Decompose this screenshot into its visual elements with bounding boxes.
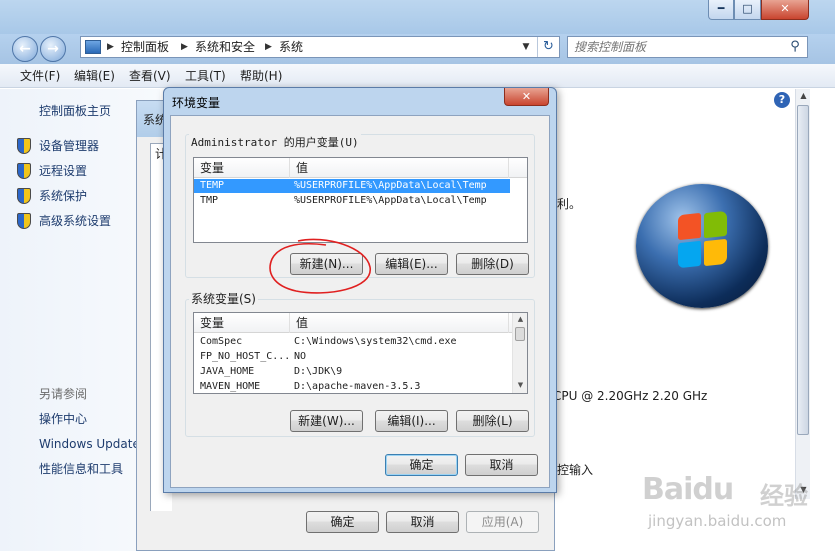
cancel-button[interactable]: 取消 [465,454,538,476]
dialog-title: 环境变量 [172,96,221,110]
search-icon[interactable]: ⚲ [786,39,804,55]
scroll-up-icon[interactable]: ▲ [796,89,811,103]
var-name: TEMP [200,180,225,191]
table-row[interactable]: ComSpec C:\Windows\system32\cmd.exe [194,335,512,349]
dialog-body: Administrator 的用户变量(U) 变量 值 TEMP %USERPR… [170,115,550,488]
delete-system-variable-button[interactable]: 删除(L) [456,410,529,432]
table-row[interactable]: TMP %USERPROFILE%\AppData\Local\Temp [194,194,510,208]
address-bar[interactable]: ▶ 控制面板 ▶ 系统和安全 ▶ 系统 ▼ ↻ [80,36,560,58]
var-name: TMP [200,195,219,206]
jingyan-tag: 经验 [760,482,808,510]
uac-shield-icon [17,213,31,229]
sidebar-item-advanced-settings[interactable]: 高级系统设置 [39,212,111,230]
system-variables-label: 系统变量(S) [189,290,258,307]
var-name: JAVA_HOME [200,366,255,377]
list-header: 变量 值 [194,313,512,333]
refresh-icon[interactable]: ↻ [537,37,559,57]
uac-shield-icon [17,163,31,179]
help-icon[interactable]: ? [774,92,790,108]
sysprops-cancel-button[interactable]: 取消 [386,511,459,533]
column-header-variable[interactable]: 变量 [194,158,290,178]
minimize-button[interactable]: ━ [708,0,734,20]
close-icon[interactable]: ✕ [504,88,549,106]
var-value: C:\Windows\system32\cmd.exe [294,336,457,347]
forward-arrow-icon[interactable]: → [40,36,66,62]
scroll-thumb[interactable] [797,105,809,435]
touch-input-fragment: 控输入 [557,463,594,477]
breadcrumb-system-security[interactable]: 系统和安全 [195,39,255,55]
list-scrollbar[interactable]: ▲ ▼ [512,313,527,393]
user-variables-list[interactable]: 变量 值 TEMP %USERPROFILE%\AppData\Local\Te… [193,157,528,243]
chevron-down-icon[interactable]: ▼ [519,39,533,55]
var-value: %USERPROFILE%\AppData\Local\Temp [294,180,487,191]
var-value: D:\JDK\9 [294,366,343,377]
baidu-brand: Baidu [642,472,734,507]
control-panel-icon [85,40,101,54]
chevron-right-icon: ▶ [181,42,188,52]
chevron-right-icon: ▶ [107,42,114,52]
see-also-heading: 另请参阅 [39,387,88,401]
uac-shield-icon [17,188,31,204]
ok-button[interactable]: 确定 [385,454,458,476]
menu-tools[interactable]: 工具(T) [185,68,226,84]
close-button[interactable]: ✕ [761,0,809,20]
table-row[interactable]: FP_NO_HOST_C... NO [194,350,512,364]
scroll-thumb[interactable] [515,327,525,341]
menu-file[interactable]: 文件(F) [20,68,60,84]
sidebar-item-home[interactable]: 控制面板主页 [39,102,111,120]
baidu-watermark: Baidu 经验 jingyan.baidu.com [640,462,830,542]
table-row[interactable]: TEMP %USERPROFILE%\AppData\Local\Temp [194,179,510,193]
back-arrow-icon[interactable]: ← [12,36,38,62]
menu-view[interactable]: 查看(V) [129,68,171,84]
delete-user-variable-button[interactable]: 删除(D) [456,253,529,275]
menu-bar: 文件(F) 编辑(E) 查看(V) 工具(T) 帮助(H) [0,64,835,88]
sidebar-item-system-protection[interactable]: 系统保护 [39,187,87,205]
window-titlebar: ━ □ ✕ [0,0,835,34]
breadcrumb-control-panel[interactable]: 控制面板 [121,39,169,55]
see-also-action-center[interactable]: 操作中心 [39,410,87,428]
see-also-performance[interactable]: 性能信息和工具 [39,460,123,478]
edit-user-variable-button[interactable]: 编辑(E)... [375,253,448,275]
user-variables-label: Administrator 的用户变量(U) [189,134,361,150]
scroll-down-icon[interactable]: ▼ [513,379,527,391]
watermark-url: jingyan.baidu.com [648,512,787,530]
var-name: ComSpec [200,336,243,347]
system-variables-list[interactable]: 变量 值 ComSpec C:\Windows\system32\cmd.exe… [193,312,528,394]
vertical-scrollbar[interactable]: ▲ ▼ [795,89,810,499]
var-name: MAVEN_HOME [200,381,261,392]
cpu-info: CPU @ 2.20GHz 2.20 GHz [553,389,708,403]
sysprops-apply-button[interactable]: 应用(A) [466,511,539,533]
var-value: %USERPROFILE%\AppData\Local\Temp [294,195,487,206]
scroll-up-icon[interactable]: ▲ [513,313,527,325]
sidebar-item-remote-settings[interactable]: 远程设置 [39,162,87,180]
edit-system-variable-button[interactable]: 编辑(I)... [375,410,448,432]
table-row[interactable]: JAVA_HOME D:\JDK\9 [194,365,512,379]
var-value: NO [294,351,307,362]
var-value: D:\apache-maven-3.5.3 [294,381,421,392]
see-also-windows-update[interactable]: Windows Update [39,435,140,453]
search-input[interactable] [574,39,774,55]
rights-text-fragment: 利。 [557,197,582,211]
column-header-value[interactable]: 值 [290,158,509,178]
table-row[interactable]: MAVEN_HOME D:\apache-maven-3.5.3 [194,380,512,393]
navigation-bar: ← → ▶ 控制面板 ▶ 系统和安全 ▶ 系统 ▼ ↻ ⚲ [0,34,835,64]
sysprops-ok-button[interactable]: 确定 [306,511,379,533]
chevron-right-icon: ▶ [265,42,272,52]
breadcrumb-system[interactable]: 系统 [279,39,303,55]
menu-help[interactable]: 帮助(H) [240,68,282,84]
search-box: ⚲ [567,36,808,58]
maximize-button[interactable]: □ [734,0,761,20]
menu-edit[interactable]: 编辑(E) [74,68,115,84]
uac-shield-icon [17,138,31,154]
new-system-variable-button[interactable]: 新建(W)... [290,410,363,432]
column-header-value[interactable]: 值 [290,313,509,333]
column-header-variable[interactable]: 变量 [194,313,290,333]
var-name: FP_NO_HOST_C... [200,351,291,362]
windows-logo-icon [636,184,768,308]
list-header: 变量 值 [194,158,527,178]
red-annotation-circle [269,238,371,294]
sidebar-item-device-manager[interactable]: 设备管理器 [39,137,99,155]
